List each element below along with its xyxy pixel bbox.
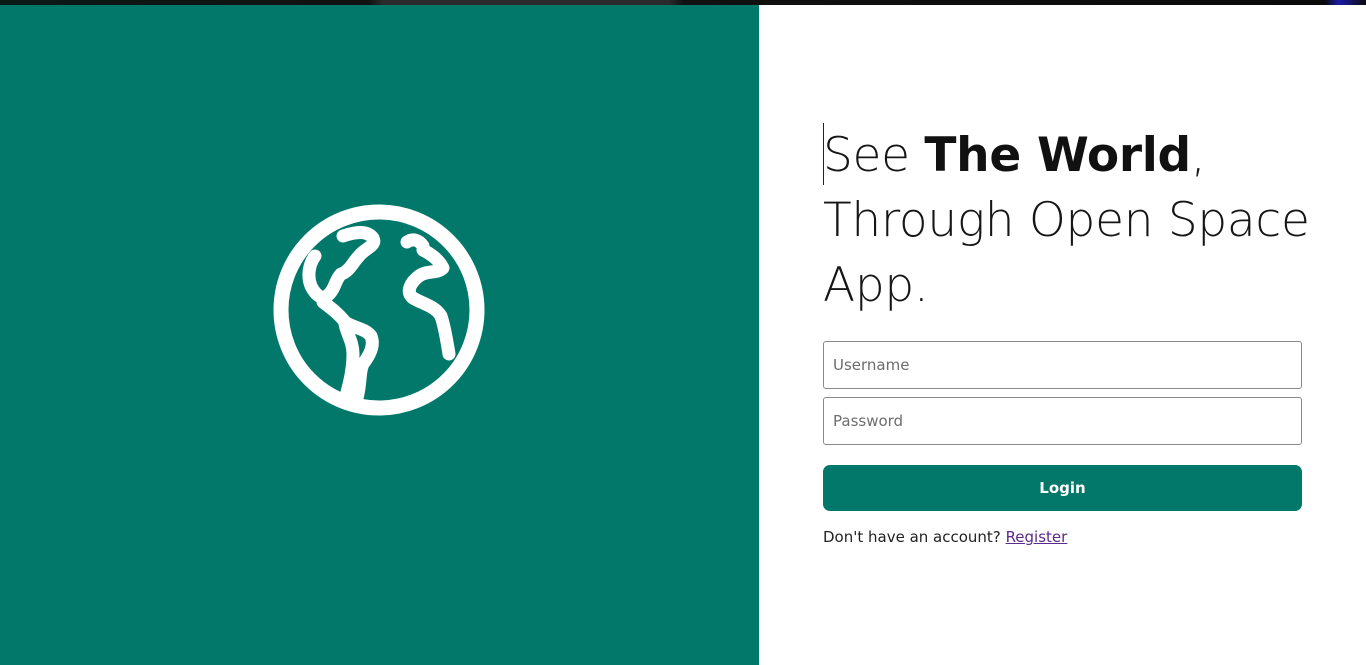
headline-prefix: See: [823, 128, 925, 183]
username-input[interactable]: [823, 341, 1302, 389]
headline-comma: ,: [1190, 128, 1206, 183]
headline-line3: App.: [823, 258, 929, 313]
globe-icon: [273, 204, 485, 416]
headline: See The World, Through Open Space App.: [823, 123, 1343, 318]
login-panel: See The World, Through Open Space App. Log…: [759, 5, 1366, 665]
login-button[interactable]: Login: [823, 465, 1302, 511]
headline-line2: Through Open Space: [823, 193, 1310, 248]
password-input[interactable]: [823, 397, 1302, 445]
register-prompt: Don't have an account? Register: [823, 528, 1067, 546]
register-prompt-text: Don't have an account?: [823, 528, 1001, 546]
headline-emphasis: The World: [924, 128, 1191, 183]
register-link[interactable]: Register: [1006, 528, 1068, 546]
hero-panel: [0, 5, 759, 665]
